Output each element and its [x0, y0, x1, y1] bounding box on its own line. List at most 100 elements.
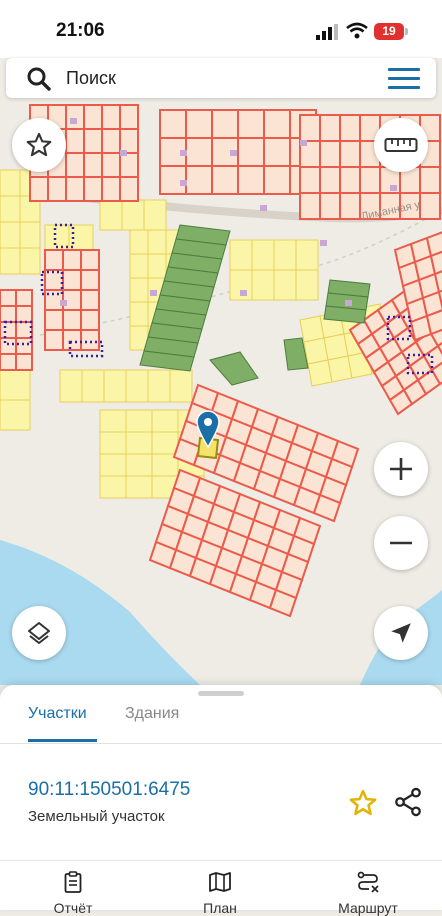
menu-icon[interactable] [388, 68, 420, 90]
red-parcel [65, 176, 85, 202]
nav-route-label: Маршрут [338, 900, 398, 916]
yellow-parcel [59, 369, 83, 403]
building [300, 140, 307, 146]
yellow-parcel [0, 247, 21, 275]
map-view[interactable]: Лиманная у [0, 100, 442, 685]
red-parcel [159, 109, 187, 139]
navigation-arrow-icon [391, 623, 411, 643]
red-parcel [15, 289, 33, 307]
ruler-button[interactable] [374, 118, 428, 172]
share-icon[interactable] [392, 786, 424, 818]
tab-parcels[interactable]: Участки [28, 705, 87, 723]
red-parcel [44, 329, 64, 351]
red-parcel [339, 140, 361, 168]
active-tab-indicator [28, 739, 97, 742]
building [70, 118, 77, 124]
red-parcel [339, 166, 361, 194]
plus-icon [390, 458, 412, 480]
nav-plan[interactable]: План [170, 871, 270, 916]
red-parcel [15, 321, 33, 339]
yellow-parcel [143, 199, 167, 231]
red-parcel [47, 176, 67, 202]
building [150, 290, 157, 296]
red-parcel [319, 192, 341, 220]
red-parcel [62, 249, 82, 271]
yellow-parcel [0, 221, 21, 249]
red-parcel [62, 309, 82, 331]
yellow-parcel [147, 229, 167, 255]
red-parcel [319, 140, 341, 168]
yellow-parcel [125, 475, 153, 499]
building [240, 290, 247, 296]
red-parcel [80, 269, 100, 291]
red-parcel [65, 128, 85, 154]
favorites-button[interactable] [12, 118, 66, 172]
yellow-parcel [125, 453, 153, 477]
red-parcel [339, 114, 361, 142]
yellow-parcel [151, 409, 179, 433]
nav-report[interactable]: Отчёт [23, 871, 123, 916]
battery-cap [405, 28, 408, 35]
red-parcel [101, 152, 121, 178]
red-parcel [185, 137, 213, 167]
cadastral-number-link[interactable]: 90:11:150501:6475 [28, 779, 190, 801]
building [180, 180, 187, 186]
red-parcel [15, 353, 33, 371]
building [120, 150, 127, 156]
yellow-parcel [81, 369, 105, 403]
yellow-parcel [125, 431, 153, 455]
red-parcel [83, 104, 103, 130]
red-parcel [211, 165, 239, 195]
red-parcel [44, 309, 64, 331]
red-parcel [263, 137, 291, 167]
star-outline-icon [26, 132, 52, 157]
nav-route[interactable]: Маршрут [318, 871, 418, 916]
red-parcel [237, 165, 265, 195]
report-icon [64, 871, 82, 893]
yellow-parcel [121, 199, 145, 231]
red-parcel [263, 109, 291, 139]
red-parcel [65, 152, 85, 178]
yellow-parcel [147, 369, 171, 403]
yellow-parcel [295, 269, 319, 301]
yellow-parcel [273, 269, 297, 301]
red-parcel [0, 337, 17, 355]
red-parcel [0, 289, 17, 307]
search-input[interactable]: Поиск [66, 68, 116, 89]
layers-button[interactable] [12, 606, 66, 660]
yellow-parcel [125, 369, 149, 403]
layers-icon [28, 622, 50, 644]
red-parcel [15, 337, 33, 355]
yellow-parcel [103, 369, 127, 403]
favorite-star-icon[interactable] [348, 788, 378, 818]
red-parcel [29, 176, 49, 202]
yellow-parcel [273, 239, 297, 271]
tab-buildings[interactable]: Здания [125, 705, 179, 723]
yellow-parcel [19, 247, 41, 275]
yellow-parcel [0, 399, 31, 431]
red-parcel [359, 166, 381, 194]
search-bar[interactable]: Поиск [6, 58, 436, 98]
yellow-parcel [129, 277, 149, 303]
red-parcel [83, 152, 103, 178]
yellow-parcel [251, 239, 275, 271]
red-parcel [319, 114, 341, 142]
my-location-button[interactable] [374, 606, 428, 660]
status-bar: 21:06 19 [0, 0, 442, 58]
red-parcel [83, 176, 103, 202]
sheet-handle[interactable] [198, 691, 244, 696]
red-parcel [419, 166, 441, 194]
yellow-parcel [0, 369, 31, 401]
red-parcel [65, 104, 85, 130]
yellow-parcel [251, 269, 275, 301]
battery-indicator: 19 [374, 23, 404, 40]
red-parcel [299, 166, 321, 194]
zoom-in-button[interactable] [374, 442, 428, 496]
red-parcel [299, 192, 321, 220]
building [180, 150, 187, 156]
nav-report-label: Отчёт [53, 900, 93, 916]
search-icon [27, 67, 51, 91]
yellow-parcel [147, 253, 167, 279]
zoom-out-button[interactable] [374, 516, 428, 570]
map-canvas[interactable]: Лиманная у [0, 100, 442, 685]
